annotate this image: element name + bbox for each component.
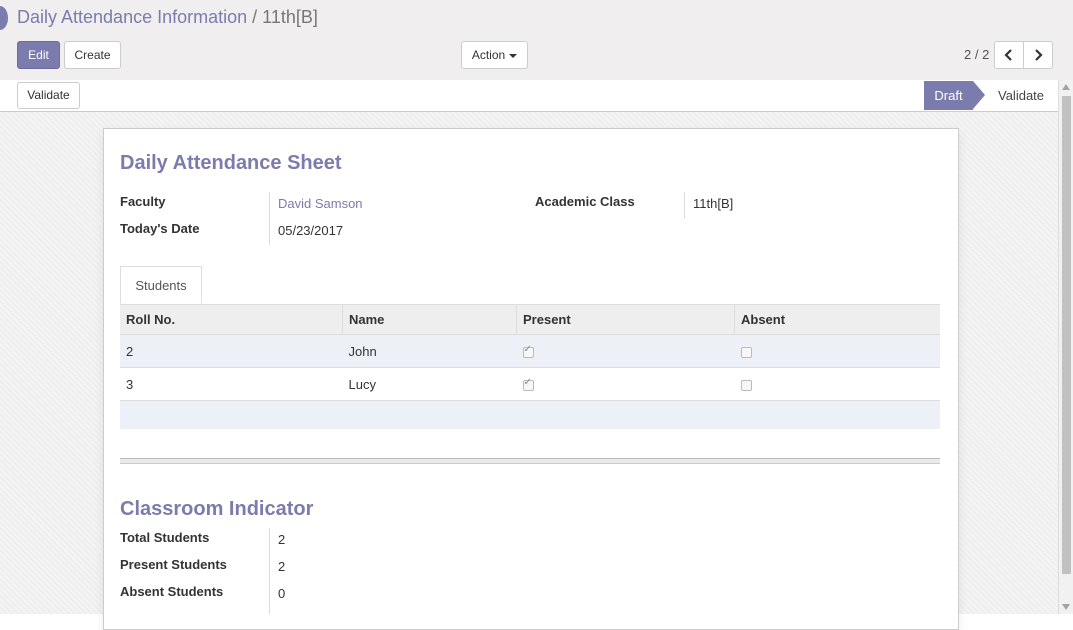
present-cell bbox=[516, 334, 735, 368]
present-checkbox[interactable] bbox=[522, 377, 534, 391]
faculty-link[interactable]: David Samson bbox=[278, 196, 363, 211]
create-button[interactable]: Create bbox=[64, 41, 121, 69]
scroll-down-icon[interactable] bbox=[1062, 604, 1070, 610]
table-row[interactable]: 3 Lucy bbox=[120, 367, 940, 401]
present-students-value: 2 bbox=[278, 559, 286, 574]
app-menu-toggle[interactable] bbox=[0, 6, 8, 30]
table-row[interactable]: 2 John bbox=[120, 334, 940, 368]
roll-cell: 2 bbox=[120, 334, 343, 368]
stage-validate[interactable]: Validate bbox=[998, 81, 1044, 110]
present-checkbox[interactable] bbox=[522, 344, 534, 358]
column-header-roll[interactable]: Roll No. bbox=[120, 305, 343, 335]
edit-button[interactable]: Edit bbox=[17, 41, 60, 69]
action-label: Action bbox=[471, 48, 506, 62]
column-header-present[interactable]: Present bbox=[516, 305, 735, 335]
field-divider bbox=[269, 192, 270, 245]
absent-checkbox[interactable] bbox=[740, 346, 752, 358]
page-scrollbar[interactable] bbox=[1058, 80, 1073, 614]
pager-value[interactable]: 2 / 2 bbox=[964, 47, 989, 62]
absent-cell bbox=[734, 367, 940, 401]
section-divider bbox=[120, 458, 940, 464]
students-table: Roll No. Name Present Absent 2 John 3 Lu… bbox=[120, 305, 940, 429]
faculty-label: Faculty bbox=[120, 194, 166, 209]
name-cell: Lucy bbox=[342, 367, 517, 401]
breadcrumb-separator: / bbox=[252, 7, 258, 27]
breadcrumb: Daily Attendance Information/11th[B] bbox=[17, 7, 318, 28]
field-divider bbox=[269, 528, 270, 614]
scroll-thumb[interactable] bbox=[1062, 96, 1071, 574]
total-students-value: 2 bbox=[278, 532, 286, 547]
empty-cell bbox=[120, 400, 940, 429]
present-students-label: Present Students bbox=[120, 557, 227, 572]
present-cell bbox=[516, 367, 735, 401]
statusbar: Validate Draft Validate bbox=[0, 80, 1058, 112]
table-header-row: Roll No. Name Present Absent bbox=[120, 305, 940, 335]
date-value: 05/23/2017 bbox=[278, 223, 344, 238]
absent-students-value: 0 bbox=[278, 586, 286, 601]
chevron-right-icon bbox=[1035, 49, 1043, 61]
column-header-absent[interactable]: Absent bbox=[734, 305, 940, 335]
scroll-up-icon[interactable] bbox=[1062, 84, 1070, 90]
pager-previous-button[interactable] bbox=[994, 41, 1024, 69]
action-dropdown[interactable]: Action bbox=[461, 41, 528, 69]
absent-cell bbox=[734, 334, 940, 368]
caret-down-icon bbox=[509, 53, 518, 58]
academic-class-label: Academic Class bbox=[535, 194, 635, 209]
breadcrumb-parent-link[interactable]: Daily Attendance Information bbox=[17, 7, 247, 27]
field-divider bbox=[684, 192, 685, 219]
tab-students[interactable]: Students bbox=[120, 266, 202, 304]
table-empty-row bbox=[120, 400, 940, 429]
sheet-title: Daily Attendance Sheet bbox=[120, 152, 342, 174]
breadcrumb-current: 11th[B] bbox=[262, 7, 318, 27]
stage-arrow bbox=[973, 81, 985, 109]
stage-draft[interactable]: Draft bbox=[924, 81, 973, 110]
academic-class-value: 11th[B] bbox=[693, 196, 734, 211]
total-students-label: Total Students bbox=[120, 530, 210, 545]
chevron-left-icon bbox=[1004, 49, 1012, 61]
column-header-name[interactable]: Name bbox=[342, 305, 517, 335]
date-label: Today's Date bbox=[120, 221, 200, 236]
absent-students-label: Absent Students bbox=[120, 584, 224, 599]
pager-next-button[interactable] bbox=[1023, 41, 1053, 69]
name-cell: John bbox=[342, 334, 517, 368]
indicator-title: Classroom Indicator bbox=[120, 498, 314, 520]
absent-checkbox[interactable] bbox=[740, 379, 752, 391]
validate-button[interactable]: Validate bbox=[17, 82, 80, 109]
roll-cell: 3 bbox=[120, 367, 343, 401]
control-panel: Daily Attendance Information/11th[B] Edi… bbox=[0, 0, 1073, 81]
